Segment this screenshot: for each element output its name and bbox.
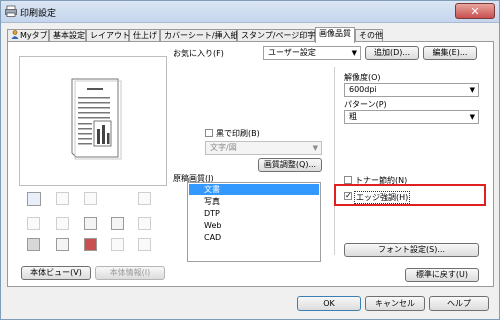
image-adjust-button[interactable]: 画質調整(Q)... bbox=[258, 158, 322, 172]
fold-icon bbox=[56, 217, 69, 230]
mono-mode-value: 文字/図 bbox=[210, 143, 237, 152]
network-icon bbox=[56, 238, 69, 251]
panel-icon bbox=[27, 238, 40, 251]
edit-favorite-button[interactable]: 編集(E)... bbox=[423, 46, 477, 60]
finisher-icon bbox=[56, 192, 69, 205]
resolution-label: 解像度(O) bbox=[344, 73, 381, 82]
tab-mytab-label: Myタブ bbox=[20, 31, 48, 40]
tab-image-quality-label: 画像品質 bbox=[319, 29, 351, 38]
account-icon bbox=[111, 238, 124, 251]
printer-icon bbox=[5, 5, 17, 17]
punch-icon bbox=[138, 192, 151, 205]
title-bar: 印刷設定 ✕ bbox=[1, 1, 499, 23]
chevron-down-icon: ▼ bbox=[469, 86, 475, 94]
pattern-value: 粗 bbox=[349, 112, 357, 121]
cancel-button[interactable]: キャンセル bbox=[365, 296, 425, 311]
tab-image-quality[interactable]: 画像品質 bbox=[315, 27, 355, 43]
reset-defaults-button[interactable]: 標準に戻す(U) bbox=[405, 268, 479, 282]
ok-button[interactable]: OK bbox=[297, 296, 361, 311]
mono-print-label: 黒で印刷(B) bbox=[216, 129, 260, 138]
window-title: 印刷設定 bbox=[20, 9, 57, 19]
tab-cover-sheet-label: カバーシート/挿入紙 bbox=[164, 31, 239, 40]
pattern-label: パターン(P) bbox=[344, 100, 387, 109]
chevron-down-icon: ▼ bbox=[469, 113, 475, 121]
list-item-photo[interactable]: 写真 bbox=[189, 196, 319, 207]
tab-stamp-label: スタンプ/ページ印字 bbox=[241, 31, 316, 40]
tab-layout-label: レイアウト bbox=[90, 31, 130, 40]
resolution-select[interactable]: 600dpi ▼ bbox=[344, 83, 479, 97]
mono-print-checkbox[interactable] bbox=[205, 129, 213, 137]
list-item-document[interactable]: 文書 bbox=[189, 184, 319, 195]
favorites-select[interactable]: ユーザー設定 ▼ bbox=[263, 46, 361, 60]
column-divider bbox=[334, 67, 335, 255]
resolution-value: 600dpi bbox=[349, 85, 377, 94]
user-auth-icon bbox=[84, 238, 97, 251]
font-a-icon bbox=[84, 217, 97, 230]
add-favorite-button[interactable]: 追加(D)... bbox=[365, 46, 419, 60]
tab-other-label: その他 bbox=[359, 31, 383, 40]
list-item-web[interactable]: Web bbox=[189, 220, 319, 231]
device-view-button[interactable]: 本体ビュー(V) bbox=[21, 266, 91, 280]
font-settings-button[interactable]: フォント設定(S)... bbox=[344, 243, 479, 257]
pattern-select[interactable]: 粗 ▼ bbox=[344, 110, 479, 124]
device-info-button[interactable]: 本体情報(I) bbox=[95, 266, 165, 280]
tray-icon bbox=[27, 192, 41, 206]
print-settings-window: 印刷設定 ✕ Myタブ 基本設定 レイアウト 仕上げ カバーシート/挿入紙 スタ… bbox=[0, 0, 500, 320]
favorites-value: ユーザー設定 bbox=[268, 48, 316, 57]
list-item-cad[interactable]: CAD bbox=[189, 232, 319, 243]
original-quality-list[interactable]: 文書 写真 DTP Web CAD bbox=[187, 182, 321, 262]
trash-icon bbox=[138, 238, 151, 251]
favorites-label: お気に入り(F) bbox=[173, 49, 224, 58]
list-item-dtp[interactable]: DTP bbox=[189, 208, 319, 219]
document-preview-icon bbox=[71, 78, 122, 160]
toner-save-checkbox[interactable] bbox=[344, 176, 352, 184]
tab-basic-label: 基本設定 bbox=[53, 31, 85, 40]
edge-emphasis-checkbox[interactable]: ✓ bbox=[344, 192, 352, 200]
chevron-down-icon: ▼ bbox=[312, 144, 318, 152]
chevron-down-icon: ▼ bbox=[351, 49, 357, 57]
edge-emphasis-label: エッジ強調(H) bbox=[354, 191, 411, 204]
hdd-icon bbox=[138, 217, 151, 230]
page-preview bbox=[19, 56, 167, 186]
user-icon bbox=[11, 30, 19, 39]
staple-icon bbox=[84, 192, 97, 205]
memory-icon bbox=[111, 217, 124, 230]
tab-finishing-label: 仕上げ bbox=[133, 31, 157, 40]
mono-mode-select[interactable]: 文字/図 ▼ bbox=[205, 141, 322, 155]
close-button[interactable]: ✕ bbox=[455, 3, 495, 19]
help-button[interactable]: ヘルプ bbox=[429, 296, 489, 311]
duplex-icon bbox=[27, 217, 40, 230]
